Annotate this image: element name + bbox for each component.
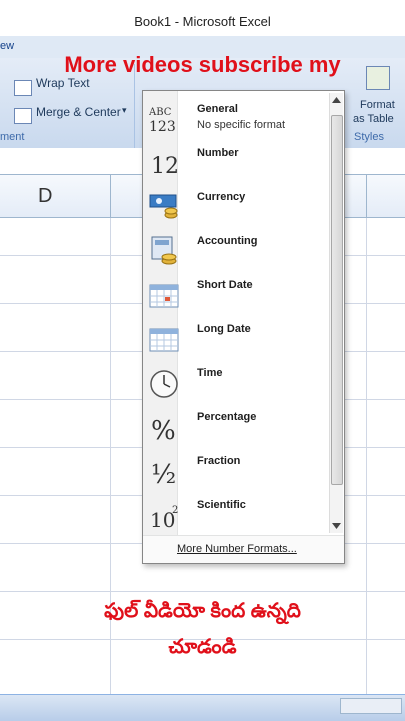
format-item-scientific[interactable]: 10 2 Scientific	[143, 493, 329, 537]
format-label-number: Number	[197, 147, 239, 159]
accounting-icon	[151, 236, 177, 265]
title-bar: Book1 - Microsoft Excel	[0, 0, 405, 36]
calendar-icon	[149, 284, 179, 308]
overlay-caption-line-1: More videos subscribe my	[64, 52, 341, 77]
fraction-icon: ½	[151, 460, 176, 487]
format-label-fraction: Fraction	[197, 455, 241, 467]
general-abc123-icon: ABC 123	[149, 107, 176, 135]
format-item-percentage[interactable]: % Percentage	[143, 405, 329, 449]
format-item-general[interactable]: ABC 123 General No specific format	[143, 97, 329, 141]
scrollbar-thumb[interactable]	[331, 115, 343, 485]
format-item-number[interactable]: 12 Number	[143, 141, 329, 185]
overlay-telugu-line-1: ఫుల్ వీడియో కింద ఉన్నది	[104, 600, 301, 622]
clock-icon	[150, 370, 178, 398]
alignment-group-label: ment	[0, 131, 25, 143]
svg-text:2: 2	[172, 505, 178, 516]
calendar-icon	[149, 328, 179, 352]
format-label-general: General	[197, 103, 238, 115]
overlay-telugu-line-2: చూడండి	[168, 636, 237, 658]
format-item-currency[interactable]: Currency	[143, 185, 329, 229]
format-label-long-date: Long Date	[197, 323, 251, 335]
dropdown-scrollbar[interactable]	[329, 93, 343, 533]
svg-text:½: ½	[151, 460, 176, 487]
format-label-short-date: Short Date	[197, 279, 253, 291]
svg-text:123: 123	[149, 119, 176, 135]
format-label-currency: Currency	[197, 191, 246, 203]
format-label-accounting: Accounting	[197, 235, 258, 247]
format-item-long-date[interactable]: Long Date	[143, 317, 329, 361]
chevron-down-icon[interactable]	[332, 523, 341, 529]
percent-icon: %	[151, 416, 176, 443]
svg-text:%: %	[151, 416, 176, 443]
more-number-formats-link[interactable]: More Number Formats...	[177, 543, 297, 555]
number-format-dropdown: ABC 123 General No specific format 12 Nu…	[142, 90, 345, 564]
currency-icon	[149, 194, 178, 219]
window-title: Book1 - Microsoft Excel	[134, 14, 271, 29]
format-sublabel-general: No specific format	[197, 119, 286, 131]
format-item-short-date[interactable]: Short Date	[143, 273, 329, 317]
format-label-time: Time	[197, 367, 223, 379]
column-header-d[interactable]: D	[38, 185, 52, 208]
format-label-percentage: Percentage	[197, 411, 257, 423]
more-number-formats-row[interactable]: More Number Formats...	[143, 535, 344, 563]
svg-text:ABC: ABC	[149, 107, 172, 118]
horizontal-scrollbar[interactable]	[340, 698, 402, 714]
format-as-table-label-2[interactable]: as Table	[353, 113, 394, 125]
chevron-up-icon[interactable]	[332, 97, 341, 103]
scientific-icon: 10 2	[150, 505, 178, 531]
format-label-scientific: Scientific	[197, 499, 246, 511]
format-item-accounting[interactable]: Accounting	[143, 229, 329, 273]
format-item-fraction[interactable]: ½ Fraction	[143, 449, 329, 493]
format-item-time[interactable]: Time	[143, 361, 329, 405]
number-12-icon: 12	[151, 154, 179, 179]
svg-text:12: 12	[151, 154, 179, 179]
styles-group-label: Styles	[354, 131, 384, 143]
